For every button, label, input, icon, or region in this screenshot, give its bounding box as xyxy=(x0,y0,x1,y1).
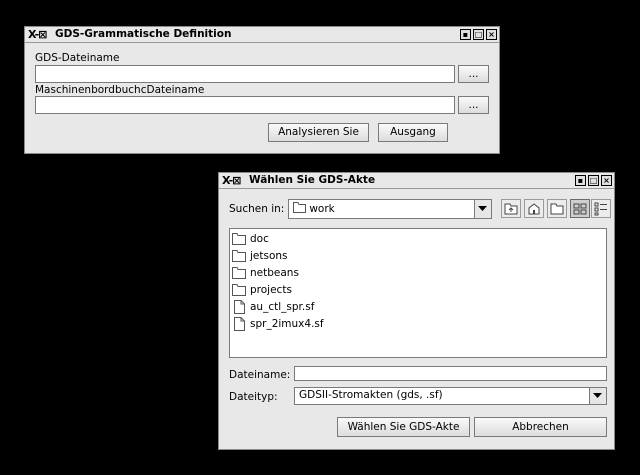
folder-icon xyxy=(232,250,246,262)
list-item-label: jetsons xyxy=(250,250,288,262)
file-icon xyxy=(234,317,245,331)
filename-label: Dateiname: xyxy=(229,369,291,381)
cancel-button[interactable]: Abbrechen xyxy=(474,417,607,437)
window-title: Wählen Sie GDS-Akte xyxy=(249,174,376,186)
chevron-down-icon xyxy=(593,393,602,398)
machine-filename-label: MaschinenbordbuchcDateiname xyxy=(35,84,205,96)
gds-filename-label: GDS-Dateiname xyxy=(35,52,120,64)
filetype-label: Dateityp: xyxy=(229,391,278,403)
window-title: GDS-Grammatische Definition xyxy=(55,28,232,40)
filetype-combo[interactable]: GDSII-Stromakten (gds, .sf) xyxy=(294,387,607,405)
list-item-label: doc xyxy=(250,233,269,245)
minimize-icon[interactable]: ▪ xyxy=(575,175,586,186)
list-item[interactable]: jetsons xyxy=(232,248,288,264)
chevron-down-icon xyxy=(478,206,487,211)
details-view-button[interactable] xyxy=(591,199,611,218)
new-folder-icon xyxy=(550,203,564,215)
up-folder-button[interactable] xyxy=(501,199,521,218)
look-in-dropdown-arrow[interactable] xyxy=(474,200,491,218)
list-item-label: projects xyxy=(250,284,292,296)
list-view-icon xyxy=(573,203,587,215)
up-folder-icon xyxy=(504,203,518,215)
folder-icon xyxy=(232,267,246,279)
list-item[interactable]: doc xyxy=(232,231,269,247)
minimize-icon[interactable]: ▪ xyxy=(460,29,471,40)
analyze-button[interactable]: Analysieren Sie xyxy=(268,123,369,142)
close-icon[interactable]: × xyxy=(486,29,497,40)
filename-input[interactable] xyxy=(294,366,607,381)
list-item-label: netbeans xyxy=(250,267,299,279)
home-icon xyxy=(528,203,540,215)
list-item[interactable]: spr_2imux4.sf xyxy=(232,316,324,332)
filetype-dropdown-arrow[interactable] xyxy=(589,388,606,404)
look-in-label: Suchen in: xyxy=(229,203,285,215)
gds-definition-window: X-⊠ GDS-Grammatische Definition ▪ □ × GD… xyxy=(24,26,500,154)
list-item[interactable]: projects xyxy=(232,282,292,298)
look-in-value: work xyxy=(309,203,335,215)
new-folder-button[interactable] xyxy=(547,199,567,218)
window-titlebar[interactable]: X-⊠ GDS-Grammatische Definition ▪ □ × xyxy=(25,27,499,43)
browse-gds-button[interactable]: ... xyxy=(458,65,489,83)
maximize-icon[interactable]: □ xyxy=(473,29,484,40)
filetype-value: GDSII-Stromakten (gds, .sf) xyxy=(299,389,443,401)
java-logo-icon: X-⊠ xyxy=(28,28,47,41)
folder-icon xyxy=(293,202,306,213)
details-view-icon xyxy=(594,202,607,216)
file-list[interactable]: doc jetsons netbeans projects au_ctl_spr… xyxy=(229,228,607,358)
folder-icon xyxy=(232,233,246,245)
exit-button[interactable]: Ausgang xyxy=(378,123,448,142)
home-button[interactable] xyxy=(524,199,544,218)
select-file-button[interactable]: Wählen Sie GDS-Akte xyxy=(337,417,470,437)
list-item[interactable]: netbeans xyxy=(232,265,299,281)
list-item-label: spr_2imux4.sf xyxy=(250,318,324,330)
browse-machine-button[interactable]: ... xyxy=(458,96,489,114)
close-icon[interactable]: × xyxy=(601,175,612,186)
list-view-button[interactable] xyxy=(570,199,590,218)
window-titlebar[interactable]: X-⊠ Wählen Sie GDS-Akte ▪ □ × xyxy=(219,173,614,189)
folder-icon xyxy=(232,284,246,296)
gds-filename-input[interactable] xyxy=(35,65,455,83)
maximize-icon[interactable]: □ xyxy=(588,175,599,186)
list-item[interactable]: au_ctl_spr.sf xyxy=(232,299,314,315)
machine-filename-input[interactable] xyxy=(35,96,455,114)
look-in-combo[interactable]: work xyxy=(288,199,492,219)
file-chooser-window: X-⊠ Wählen Sie GDS-Akte ▪ □ × Suchen in:… xyxy=(218,172,615,450)
list-item-label: au_ctl_spr.sf xyxy=(250,301,315,313)
java-logo-icon: X-⊠ xyxy=(222,174,241,187)
file-icon xyxy=(234,300,245,314)
